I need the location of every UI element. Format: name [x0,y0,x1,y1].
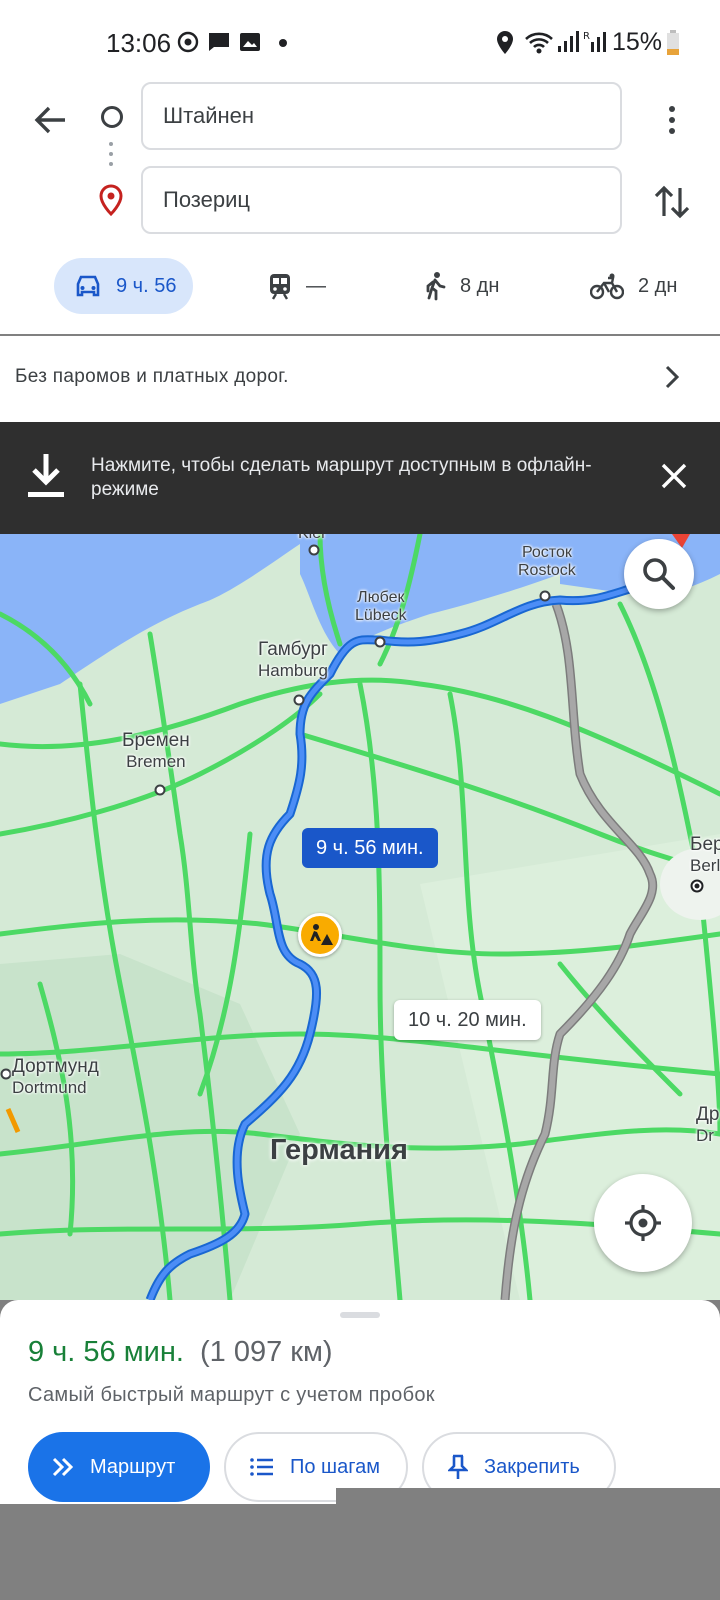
pin-icon [448,1454,468,1479]
construction-icon [310,924,333,945]
offline-banner[interactable]: Нажмите, чтобы сделать маршрут доступным… [0,422,720,534]
route-duration: 9 ч. 56 мин. [28,1336,184,1368]
country-label: Германия [270,1134,408,1166]
status-bar: 13:06 R 15% [0,0,720,80]
city-label-lubeck: Любек Lübeck [355,589,407,624]
roadwork-marker[interactable] [298,913,342,957]
signal-icon [558,31,579,52]
wifi-icon [525,32,553,54]
mode-driving[interactable]: 9 ч. 56 [54,258,193,314]
mode-driving-label: 9 ч. 56 [116,274,177,297]
arrow-left-icon [34,106,65,134]
city-label-kiel: Kiel [298,534,325,543]
swap-icon[interactable] [650,180,694,224]
sync-icon [177,31,199,53]
crosshair-icon [625,1205,661,1241]
clock: 13:06 [106,28,172,58]
offline-banner-text: Нажмите, чтобы сделать маршрут доступным… [91,455,592,500]
mode-walking[interactable]: 8 дн [424,258,499,314]
city-label-dortmund: Дортмунд Dortmund [12,1056,99,1097]
navigation-chevrons-icon [52,1457,74,1477]
screen: 13:06 R 15% Штайнен Позериц 9 ч. 56 — 8 … [0,0,720,1600]
search-icon [643,558,675,590]
route-alt-callout[interactable]: 10 ч. 20 мин. [394,1000,541,1040]
mode-transit[interactable]: — [268,258,326,314]
list-icon [250,1458,273,1476]
city-label-hamburg: Гамбург Hamburg [258,639,328,680]
mode-walking-label: 8 дн [460,274,500,297]
mode-cycling-label: 2 дн [638,274,678,297]
route-summary-sheet: 9 ч. 56 мин. (1 097 км) Самый быстрый ма… [0,1300,720,1504]
route-distance: (1 097 км) [200,1336,333,1368]
start-route-label: Маршрут [90,1455,176,1478]
train-icon [270,274,290,300]
route-description: Самый быстрый маршрут с учетом пробок [28,1384,435,1406]
battery-icon [667,30,679,55]
route-main-callout[interactable]: 9 ч. 56 мин. [302,828,438,868]
my-location-button[interactable] [594,1174,692,1272]
dot-icon [279,39,287,47]
bike-icon [590,273,624,300]
battery-percent: 15% [612,28,663,56]
chevron-right-icon [665,365,680,389]
car-icon [76,275,100,297]
start-route-button[interactable]: Маршрут [28,1432,210,1502]
mode-transit-label: — [306,274,326,297]
map[interactable]: Kiel РостокRostock ЛюбекLübeck ГамбургHa… [0,534,720,1300]
signal-roaming-icon: R [583,31,606,52]
directions-header: Штайнен Позериц 9 ч. 56 — 8 дн 2 дн [0,80,720,416]
city-label-rostock: Росток Rostock [518,544,576,579]
map-search-button[interactable] [624,539,694,609]
screen-overlay [336,1488,720,1600]
close-icon[interactable] [660,462,688,490]
city-label-bremen: Бремен Bremen [122,730,190,771]
back-button[interactable] [28,98,72,142]
destination-input[interactable]: Позериц [141,166,622,234]
more-options-button[interactable] [652,98,692,142]
mode-cycling[interactable]: 2 дн [590,258,677,314]
walk-icon [426,272,446,301]
origin-circle-icon [101,106,123,128]
svg-text:R: R [583,31,590,42]
image-icon [240,33,260,51]
route-options-text: Без паромов и платных дорог. [15,366,289,387]
location-icon [497,31,513,54]
download-icon [28,454,64,497]
pin-label: Закрепить [484,1455,580,1478]
sheet-handle[interactable] [340,1312,380,1318]
origin-input[interactable]: Штайнен [141,82,622,150]
chat-icon [209,33,229,51]
steps-label: По шагам [290,1455,380,1478]
route-dots-icon [109,142,113,172]
city-label-berlin: БерлиBerlin [690,834,720,875]
destination-pin-icon [99,184,123,216]
city-label-dresden: Др Dr [696,1104,720,1145]
route-options-row[interactable]: Без паромов и платных дорог. [0,336,720,422]
